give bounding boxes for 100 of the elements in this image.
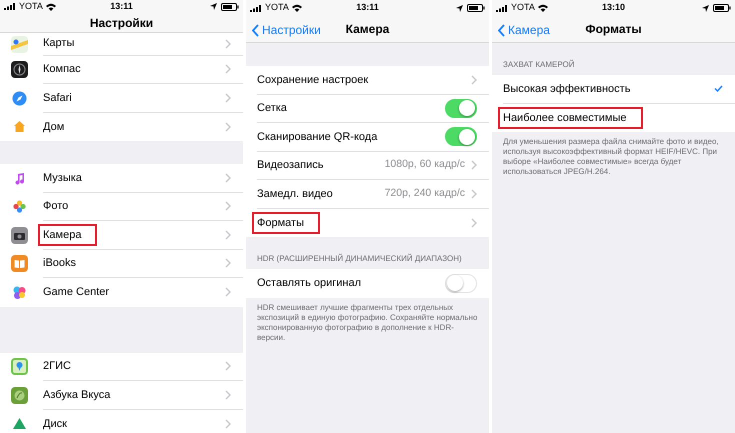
back-button[interactable]: Настройки	[252, 21, 321, 39]
row-label: Азбука Вкуса	[43, 388, 110, 402]
screen-title: Форматы	[585, 21, 642, 38]
map-icon	[11, 36, 28, 52]
chevron-icon	[225, 64, 231, 74]
settings-row[interactable]: Дом	[0, 112, 243, 141]
chevron-icon	[225, 287, 231, 298]
settings-row[interactable]: Азбука Вкуса	[0, 381, 243, 410]
screen-title: Настройки	[90, 14, 154, 32]
settings-row[interactable]: Safari	[0, 84, 243, 112]
row-label: Видеозапись	[257, 158, 324, 173]
location-arrow-icon	[702, 4, 709, 12]
settings-row[interactable]: Высокая эффективность	[492, 75, 735, 104]
row-label: Карты	[43, 36, 74, 52]
row-label: Наиболее совместимые	[498, 106, 643, 129]
chevron-icon	[225, 390, 231, 400]
battery-icon	[221, 2, 239, 11]
row-label: Сетка	[257, 101, 287, 116]
settings-row[interactable]: Форматы	[246, 208, 489, 237]
battery-icon	[713, 4, 731, 12]
back-chevron-icon	[498, 24, 505, 36]
row-label: Оставлять оригинал	[257, 276, 362, 291]
chevron-icon	[225, 172, 231, 183]
location-arrow-icon	[210, 3, 217, 10]
chevron-icon	[225, 361, 231, 372]
settings-row[interactable]: Сканирование QR-кода	[246, 123, 489, 152]
chevron-icon	[225, 230, 231, 240]
row-label: Камера	[38, 224, 98, 246]
chevron-icon	[471, 74, 477, 85]
row-label: Музыка	[43, 170, 82, 186]
settings-row[interactable]: iBooks	[0, 250, 243, 278]
section-footer: Для уменьшения размера файла снимайте фото и видео, используя высокоэффективный формат HEIF/HEVC. При выборе «Наиболее совместимые» всегда будет использоваться JPEG/H.264.	[492, 132, 735, 177]
settings-row[interactable]: Сетка	[246, 94, 489, 123]
camera-icon	[11, 226, 28, 244]
row-label: Компас	[43, 62, 81, 77]
wifi-icon	[538, 4, 548, 12]
row-label: Форматы	[252, 212, 320, 234]
chevron-icon	[471, 218, 477, 228]
settings-row[interactable]: Карты	[0, 32, 243, 56]
settings-row[interactable]: Диск	[0, 410, 243, 433]
bubbles-icon	[11, 284, 28, 301]
settings-row[interactable]: Оставлять оригинал	[246, 269, 489, 298]
row-label: Замедл. видео	[257, 186, 333, 202]
book-icon	[11, 255, 28, 272]
chevron-icon	[225, 418, 231, 429]
settings-row[interactable]: Видеозапись 1080p, 60 кадр/с	[246, 152, 489, 180]
section-header: ЗАХВАТ КАМЕРОЙ	[503, 59, 575, 71]
settings-row[interactable]: Сохранение настроек	[246, 66, 489, 94]
chevron-icon	[471, 188, 477, 199]
row-label: iBooks	[43, 256, 76, 271]
row-value: 720p, 240 кадр/с	[384, 186, 465, 201]
status-time: 13:11	[356, 1, 379, 14]
settings-row[interactable]: Компас	[0, 56, 243, 84]
row-label: Фото	[43, 199, 68, 214]
settings-row[interactable]: Наиболее совместимые	[492, 104, 735, 132]
back-chevron-icon	[252, 24, 259, 36]
chevron-icon	[225, 258, 231, 268]
row-label: Safari	[43, 90, 72, 106]
flower-icon	[11, 198, 28, 216]
wifi-icon	[292, 4, 302, 12]
status-time: 13:10	[602, 1, 626, 14]
settings-row[interactable]: Музыка	[0, 164, 243, 192]
status-time: 13:11	[110, 0, 133, 13]
chevron-icon	[471, 160, 477, 170]
row-label: Game Center	[43, 285, 110, 300]
leaf-icon	[11, 386, 28, 404]
compass-icon	[11, 61, 28, 78]
carrier-name: YOTA	[265, 1, 289, 14]
chevron-icon	[225, 92, 231, 103]
wifi-icon	[46, 2, 56, 11]
carrier-name: YOTA	[19, 0, 43, 13]
row-label: Сканирование QR-кода	[257, 130, 378, 144]
settings-row[interactable]: Камера	[0, 221, 243, 250]
row-label: Сохранение настроек	[257, 72, 368, 88]
chevron-icon	[225, 201, 231, 212]
screen-title: Камера	[346, 21, 390, 38]
chevron-icon	[225, 122, 231, 132]
settings-row[interactable]: Замедл. видео 720p, 240 кадр/с	[246, 180, 489, 208]
chevron-icon	[225, 38, 231, 48]
toggle-switch[interactable]	[445, 127, 477, 146]
row-value: 1080p, 60 кадр/с	[384, 157, 465, 172]
row-label: Диск	[43, 416, 67, 432]
settings-row[interactable]: Game Center	[0, 278, 243, 306]
location-arrow-icon	[456, 4, 463, 12]
settings-row[interactable]: 2ГИС	[0, 352, 243, 381]
back-button[interactable]: Камера	[498, 21, 550, 39]
map-pin-icon	[11, 358, 28, 376]
signal-icon	[4, 3, 16, 10]
toggle-switch[interactable]	[445, 274, 477, 293]
section-header: HDR (РАСШИРЕННЫЙ ДИНАМИЧЕСКИЙ ДИАПАЗОН)	[257, 253, 462, 265]
settings-row[interactable]: Фото	[0, 192, 243, 221]
row-label: 2ГИС	[43, 359, 71, 374]
section-footer: HDR смешивает лучшие фрагменты трех отдельных экспозиций в единую фотографию. Сохраняйте нормально экспонированную фотографию в дополнение к HDR-версии.	[246, 298, 489, 342]
battery-icon	[467, 4, 485, 12]
row-label: Дом	[43, 120, 64, 134]
compass-icon	[11, 90, 28, 107]
carrier-name: YOTA	[511, 1, 535, 14]
signal-icon	[250, 4, 262, 12]
row-label: Высокая эффективность	[503, 82, 630, 96]
toggle-switch[interactable]	[445, 98, 477, 118]
